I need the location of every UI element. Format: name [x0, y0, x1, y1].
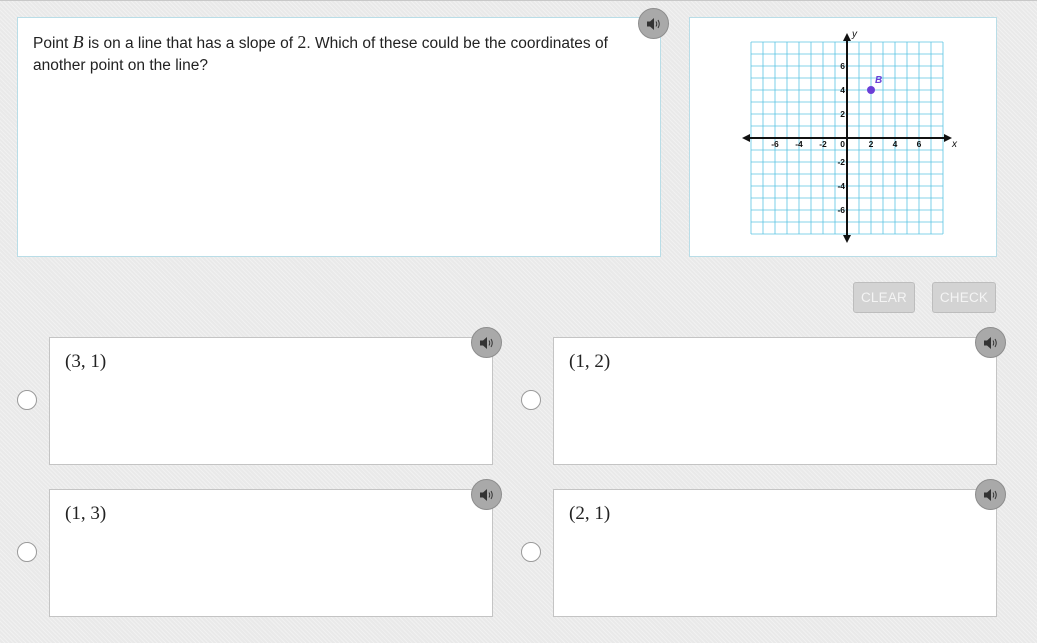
- choice-4[interactable]: (2, 1): [553, 489, 997, 617]
- y-tick-label: -6: [837, 205, 845, 215]
- choice-radio-4[interactable]: [521, 542, 541, 562]
- y-axis-label: y: [851, 29, 858, 40]
- y-tick-label: -4: [837, 181, 845, 191]
- speaker-icon: [646, 17, 660, 30]
- choice-1-label: (3, 1): [65, 351, 107, 372]
- question-audio-button[interactable]: [638, 8, 669, 39]
- graph-panel: x y -6 -4 -2 2 4 6 6 4 2 -2 -4 -6 0 B: [689, 17, 997, 257]
- x-tick-label: -4: [795, 139, 803, 149]
- choice-1-audio-button[interactable]: [471, 327, 502, 358]
- choice-1[interactable]: (3, 1): [49, 337, 493, 465]
- point-variable: B: [72, 32, 84, 52]
- y-tick-label: 4: [840, 85, 845, 95]
- speaker-icon: [983, 336, 997, 349]
- check-button[interactable]: CHECK: [932, 282, 996, 313]
- speaker-icon: [479, 336, 493, 349]
- choice-4-label: (2, 1): [569, 503, 611, 524]
- choice-radio-2[interactable]: [521, 390, 541, 410]
- choice-4-audio-button[interactable]: [975, 479, 1006, 510]
- choice-2-label: (1, 2): [569, 351, 611, 372]
- x-tick-label: -2: [819, 139, 827, 149]
- question-text: Point B is on a line that has a slope of…: [33, 31, 643, 77]
- origin-label: 0: [840, 139, 845, 149]
- question-text-part2: is on a line that has a slope of: [83, 35, 298, 52]
- choice-3-audio-button[interactable]: [471, 479, 502, 510]
- question-text-part1: Point: [33, 35, 73, 52]
- y-tick-label: 2: [840, 109, 845, 119]
- question-panel: Point B is on a line that has a slope of…: [17, 17, 661, 257]
- point-b-label: B: [875, 75, 882, 86]
- top-border: [0, 0, 1037, 1]
- clear-button[interactable]: CLEAR: [853, 282, 915, 313]
- choice-2[interactable]: (1, 2): [553, 337, 997, 465]
- x-tick-label: 4: [893, 139, 898, 149]
- choice-3-label: (1, 3): [65, 503, 107, 524]
- choice-3[interactable]: (1, 3): [49, 489, 493, 617]
- choice-2-audio-button[interactable]: [975, 327, 1006, 358]
- speaker-icon: [983, 488, 997, 501]
- point-b-marker: [867, 86, 875, 94]
- slope-value: 2: [297, 32, 307, 52]
- coordinate-plane: x y -6 -4 -2 2 4 6 6 4 2 -2 -4 -6 0 B: [742, 29, 958, 243]
- x-axis-arrow-left: [742, 134, 750, 142]
- speaker-icon: [479, 488, 493, 501]
- y-tick-label: 6: [840, 61, 845, 71]
- x-tick-label: 6: [917, 139, 922, 149]
- x-axis-label: x: [951, 139, 958, 150]
- x-tick-label: 2: [869, 139, 874, 149]
- x-axis-arrow-right: [944, 134, 952, 142]
- y-axis-arrow-down: [843, 235, 851, 243]
- y-axis-arrow-up: [843, 33, 851, 41]
- choice-radio-3[interactable]: [17, 542, 37, 562]
- choice-radio-1[interactable]: [17, 390, 37, 410]
- y-tick-label: -2: [837, 157, 845, 167]
- x-tick-label: -6: [771, 139, 779, 149]
